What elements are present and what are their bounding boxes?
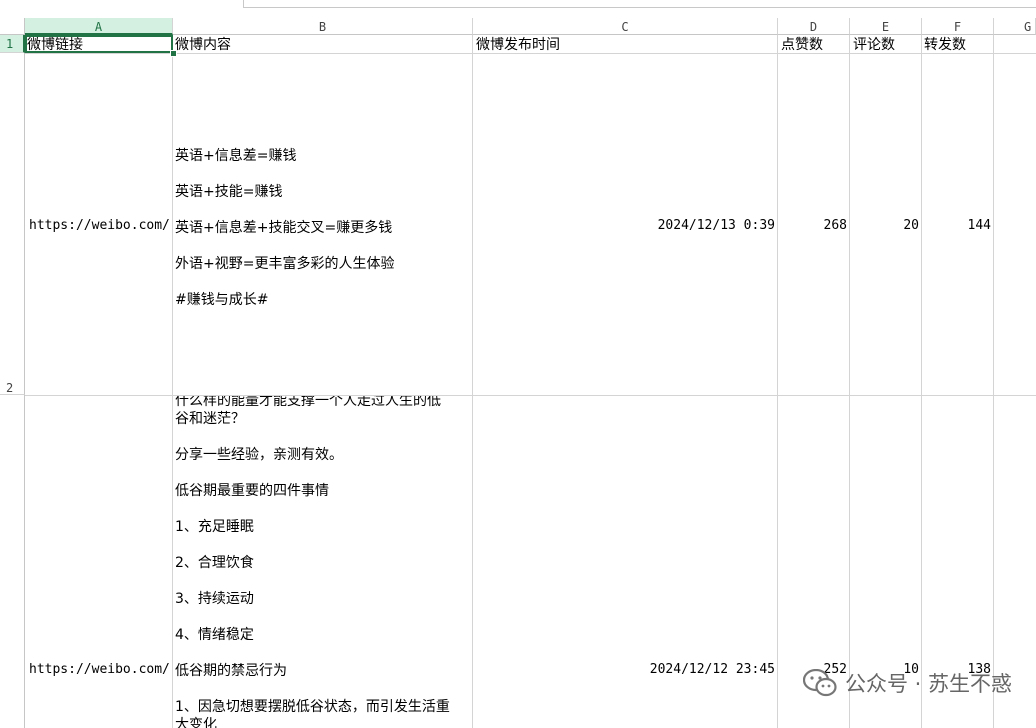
watermark-text: 公众号 · 苏生不惑 [844, 672, 1012, 696]
content-line: 谷和迷茫？ [175, 411, 245, 427]
row-header-1[interactable]: 1 [0, 35, 25, 53]
gridline [849, 35, 850, 728]
cell-content-row3[interactable]: 什么样的能量才能支撑一个人走过人生的低 谷和迷茫？ 分享一些经验，亲测有效。 低… [173, 396, 472, 728]
content-line: 2、合理饮食 [175, 555, 254, 571]
cell-likes-row2[interactable]: 268 [780, 218, 847, 233]
header-cell-publish-time[interactable]: 微博发布时间 [476, 36, 560, 54]
row-header-2[interactable]: 2 [0, 53, 25, 395]
fill-handle[interactable] [170, 50, 177, 57]
header-cell-weibo-content[interactable]: 微博内容 [175, 36, 231, 54]
row-header-3[interactable] [0, 395, 25, 728]
active-cell-selection[interactable] [25, 35, 173, 53]
column-header-c[interactable]: C [473, 18, 778, 35]
cell-reposts-row2[interactable]: 144 [924, 218, 991, 233]
header-cell-reposts[interactable]: 转发数 [924, 36, 966, 54]
content-line: 英语+技能=赚钱 [175, 184, 283, 200]
formula-bar[interactable] [243, 0, 1036, 8]
content-line: 大变化 [175, 717, 217, 728]
column-header-g[interactable]: G [994, 18, 1036, 35]
column-header-e[interactable]: E [850, 18, 922, 35]
column-header-b[interactable]: B [173, 18, 473, 35]
watermark: 公众号 · 苏生不惑 [802, 668, 1012, 698]
content-line: 低谷期的禁忌行为 [175, 663, 287, 679]
select-all-corner[interactable] [0, 18, 25, 35]
cell-comments-row2[interactable]: 20 [852, 218, 919, 233]
gridline [993, 35, 994, 728]
content-line: 分享一些经验，亲测有效。 [175, 447, 343, 463]
content-line: 外语+视野=更丰富多彩的人生体验 [175, 256, 395, 272]
column-header-d[interactable]: D [778, 18, 850, 35]
gridline [472, 35, 473, 728]
header-cell-likes[interactable]: 点赞数 [781, 36, 823, 54]
content-line: 低谷期最重要的四件事情 [175, 483, 329, 499]
cell-link-row3[interactable]: https://weibo.com/ [29, 662, 170, 677]
wechat-icon [802, 669, 837, 697]
column-header-f[interactable]: F [922, 18, 994, 35]
content-line: 4、情绪稳定 [175, 627, 254, 643]
content-line: 1、因急切想要摆脱低谷状态，而引发生活重 [175, 699, 450, 715]
cell-time-row3[interactable]: 2024/12/12 23:45 [478, 662, 775, 677]
content-line: 3、持续运动 [175, 591, 254, 607]
content-line: #赚钱与成长# [175, 292, 269, 308]
header-cell-comments[interactable]: 评论数 [853, 36, 895, 54]
content-line: 英语+信息差+技能交叉=赚更多钱 [175, 220, 393, 236]
column-header-a[interactable]: A [25, 18, 173, 35]
content-line: 英语+信息差=赚钱 [175, 148, 297, 164]
content-line: 1、充足睡眠 [175, 519, 254, 535]
cell-link-row2[interactable]: https://weibo.com/ [29, 218, 170, 233]
cell-time-row2[interactable]: 2024/12/13 0:39 [478, 218, 775, 233]
gridline [777, 35, 778, 728]
gridline [921, 35, 922, 728]
